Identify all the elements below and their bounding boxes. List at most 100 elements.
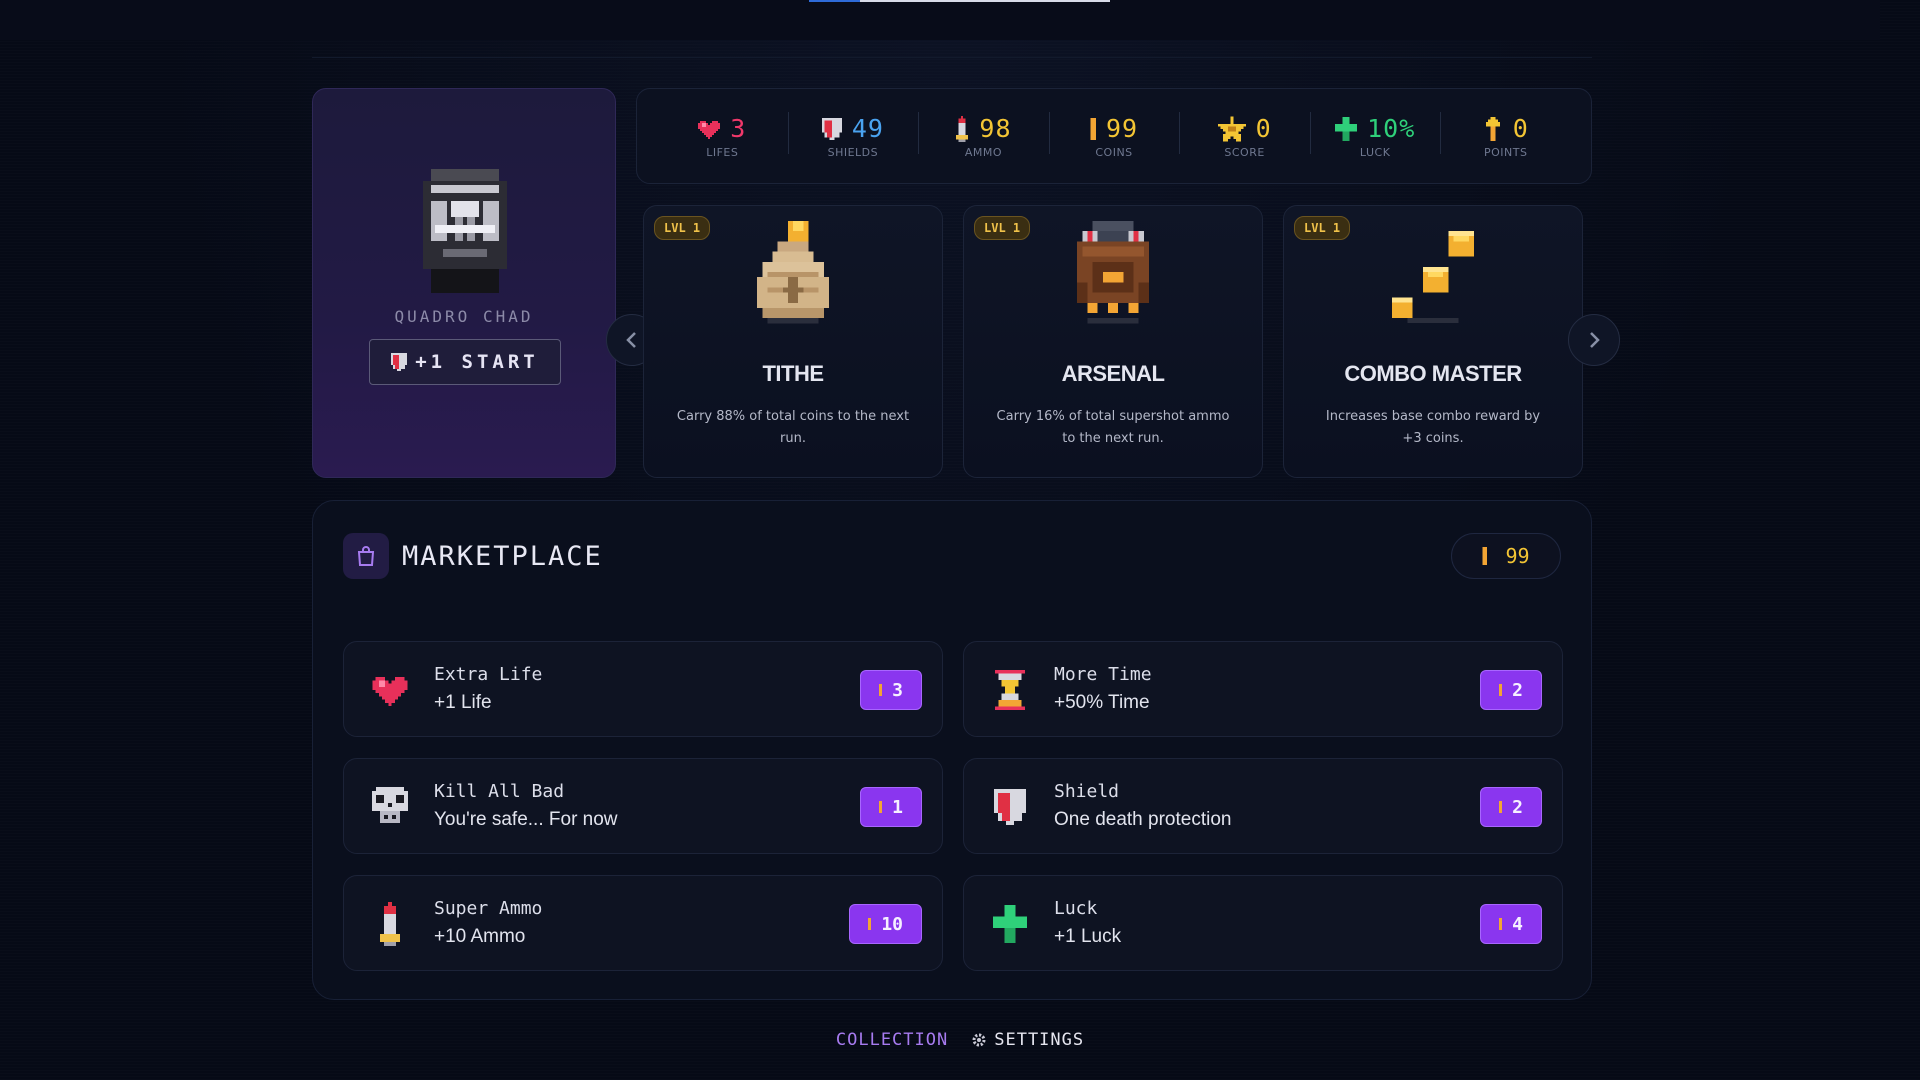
coin-icon xyxy=(1090,117,1096,140)
skull-icon xyxy=(372,787,408,823)
chevron-left-icon xyxy=(626,332,636,348)
stat-shields: 49 SHIELDS xyxy=(787,111,919,159)
bullet-icon xyxy=(380,902,400,946)
coin-balance: 99 xyxy=(1451,533,1561,579)
heart-icon xyxy=(698,120,721,139)
stat-value: 0 xyxy=(1512,114,1529,143)
upgrade-card-combo-master[interactable]: LVL 1 COMBO MASTER Increases base combo … xyxy=(1283,205,1583,478)
buy-button[interactable]: 4 xyxy=(1480,904,1542,944)
buy-button[interactable]: 3 xyxy=(860,670,922,710)
card-title: ARSENAL xyxy=(1061,361,1165,386)
buy-button[interactable]: 10 xyxy=(849,904,922,944)
hourglass-icon xyxy=(995,670,1025,710)
stat-coins: 99 COINS xyxy=(1048,111,1180,159)
settings-link[interactable]: SETTINGS xyxy=(972,1030,1084,1050)
character-name: QUADRO CHAD xyxy=(394,307,534,326)
bullet-icon xyxy=(956,115,969,142)
shield-icon xyxy=(994,789,1026,825)
shopping-bag-icon xyxy=(357,546,375,566)
stat-luck: 10% LUCK xyxy=(1309,111,1441,159)
coin-stairs-icon xyxy=(1392,231,1474,324)
stat-ammo: 98 AMMO xyxy=(918,111,1049,159)
settings-label: SETTINGS xyxy=(994,1030,1085,1050)
market-item-super-ammo[interactable]: Super Ammo +10 Ammo 10 xyxy=(343,875,943,971)
card-description: Carry 16% of total supershot ammo to the… xyxy=(996,409,1230,446)
backpack-icon xyxy=(1077,220,1149,324)
item-description: +1 Life xyxy=(434,692,492,713)
arrow-up-icon xyxy=(1485,116,1500,141)
card-description: Carry 88% of total coins to the next run… xyxy=(676,409,910,446)
item-description: +10 Ammo xyxy=(434,926,526,947)
item-description: +1 Luck xyxy=(1054,926,1122,947)
stat-label: SCORE xyxy=(1224,145,1265,159)
price: 1 xyxy=(892,796,903,818)
coin-icon xyxy=(868,918,872,930)
divider xyxy=(312,57,1592,58)
item-name: Shield xyxy=(1054,781,1120,802)
price: 3 xyxy=(892,679,903,701)
price: 2 xyxy=(1512,796,1523,818)
stat-value: 99 xyxy=(1105,114,1139,143)
coin-icon xyxy=(1499,918,1503,930)
character-sprite xyxy=(423,169,507,293)
card-description: Increases base combo reward by +3 coins. xyxy=(1325,409,1541,446)
clover-icon xyxy=(993,905,1027,943)
buy-button[interactable]: 2 xyxy=(1480,670,1542,710)
card-title: TITHE xyxy=(762,361,824,386)
footer-nav: COLLECTION SETTINGS xyxy=(0,1030,1920,1050)
top-progress-fill xyxy=(809,0,861,2)
buy-button[interactable]: 2 xyxy=(1480,787,1542,827)
item-name: Super Ammo xyxy=(434,898,543,919)
buy-button[interactable]: 1 xyxy=(860,787,922,827)
stat-label: COINS xyxy=(1095,145,1133,159)
marketplace-title: MARKETPLACE xyxy=(402,541,603,572)
top-bar xyxy=(0,0,1880,40)
coin-sack-icon xyxy=(757,220,829,324)
stat-label: SHIELDS xyxy=(827,145,879,159)
shield-icon xyxy=(822,117,842,140)
stat-label: POINTS xyxy=(1484,145,1528,159)
marketplace-panel: MARKETPLACE 99 Extra Life +1 Life 3 More… xyxy=(312,500,1592,1000)
item-name: More Time xyxy=(1054,664,1152,685)
start-button-label: +1 START xyxy=(415,351,539,373)
collection-link[interactable]: COLLECTION xyxy=(836,1030,948,1050)
price: 2 xyxy=(1512,679,1523,701)
item-description: +50% Time xyxy=(1054,692,1150,713)
coin-icon xyxy=(879,801,883,813)
price: 10 xyxy=(881,913,903,935)
marketplace-icon-box xyxy=(343,533,389,579)
price: 4 xyxy=(1512,913,1523,935)
stat-label: AMMO xyxy=(964,145,1003,159)
stat-label: LUCK xyxy=(1359,145,1391,159)
card-title: COMBO MASTER xyxy=(1344,361,1522,386)
market-item-shield[interactable]: Shield One death protection 2 xyxy=(963,758,1563,854)
stat-score: 0 SCORE xyxy=(1179,111,1310,159)
item-description: One death protection xyxy=(1054,809,1232,830)
coin-icon xyxy=(1499,684,1503,696)
stat-value: 10% xyxy=(1367,114,1416,143)
upgrade-cards: LVL 1 TITHE Carry 88% of total coins to … xyxy=(643,205,1583,478)
stat-value: 3 xyxy=(730,114,747,143)
upgrade-card-tithe[interactable]: LVL 1 TITHE Carry 88% of total coins to … xyxy=(643,205,943,478)
market-item-kill-all-bad[interactable]: Kill All Bad You're safe... For now 1 xyxy=(343,758,943,854)
coin-icon xyxy=(879,684,883,696)
item-name: Kill All Bad xyxy=(434,781,565,802)
gear-icon xyxy=(972,1033,986,1047)
market-item-luck[interactable]: Luck +1 Luck 4 xyxy=(963,875,1563,971)
upgrade-card-arsenal[interactable]: LVL 1 ARSENAL Carry 16% of total supersh… xyxy=(963,205,1263,478)
market-item-more-time[interactable]: More Time +50% Time 2 xyxy=(963,641,1563,737)
market-item-extra-life[interactable]: Extra Life +1 Life 3 xyxy=(343,641,943,737)
heart-icon xyxy=(372,677,408,706)
stats-bar: 3 LIFES 49 SHIELDS 98 AMMO 99 COINS 0 SC… xyxy=(636,88,1592,184)
top-progress-bar xyxy=(809,0,1110,2)
star-icon xyxy=(1217,115,1246,142)
stat-points: 0 POINTS xyxy=(1440,111,1571,159)
coin-icon xyxy=(1499,801,1503,813)
item-description: You're safe... For now xyxy=(434,809,618,830)
stat-value: 49 xyxy=(851,114,884,143)
item-name: Luck xyxy=(1054,898,1098,919)
carousel-next-button[interactable] xyxy=(1568,314,1620,366)
collection-label: COLLECTION xyxy=(835,1030,949,1050)
start-button[interactable]: +1 START xyxy=(369,339,561,385)
coin-icon xyxy=(1482,547,1488,565)
